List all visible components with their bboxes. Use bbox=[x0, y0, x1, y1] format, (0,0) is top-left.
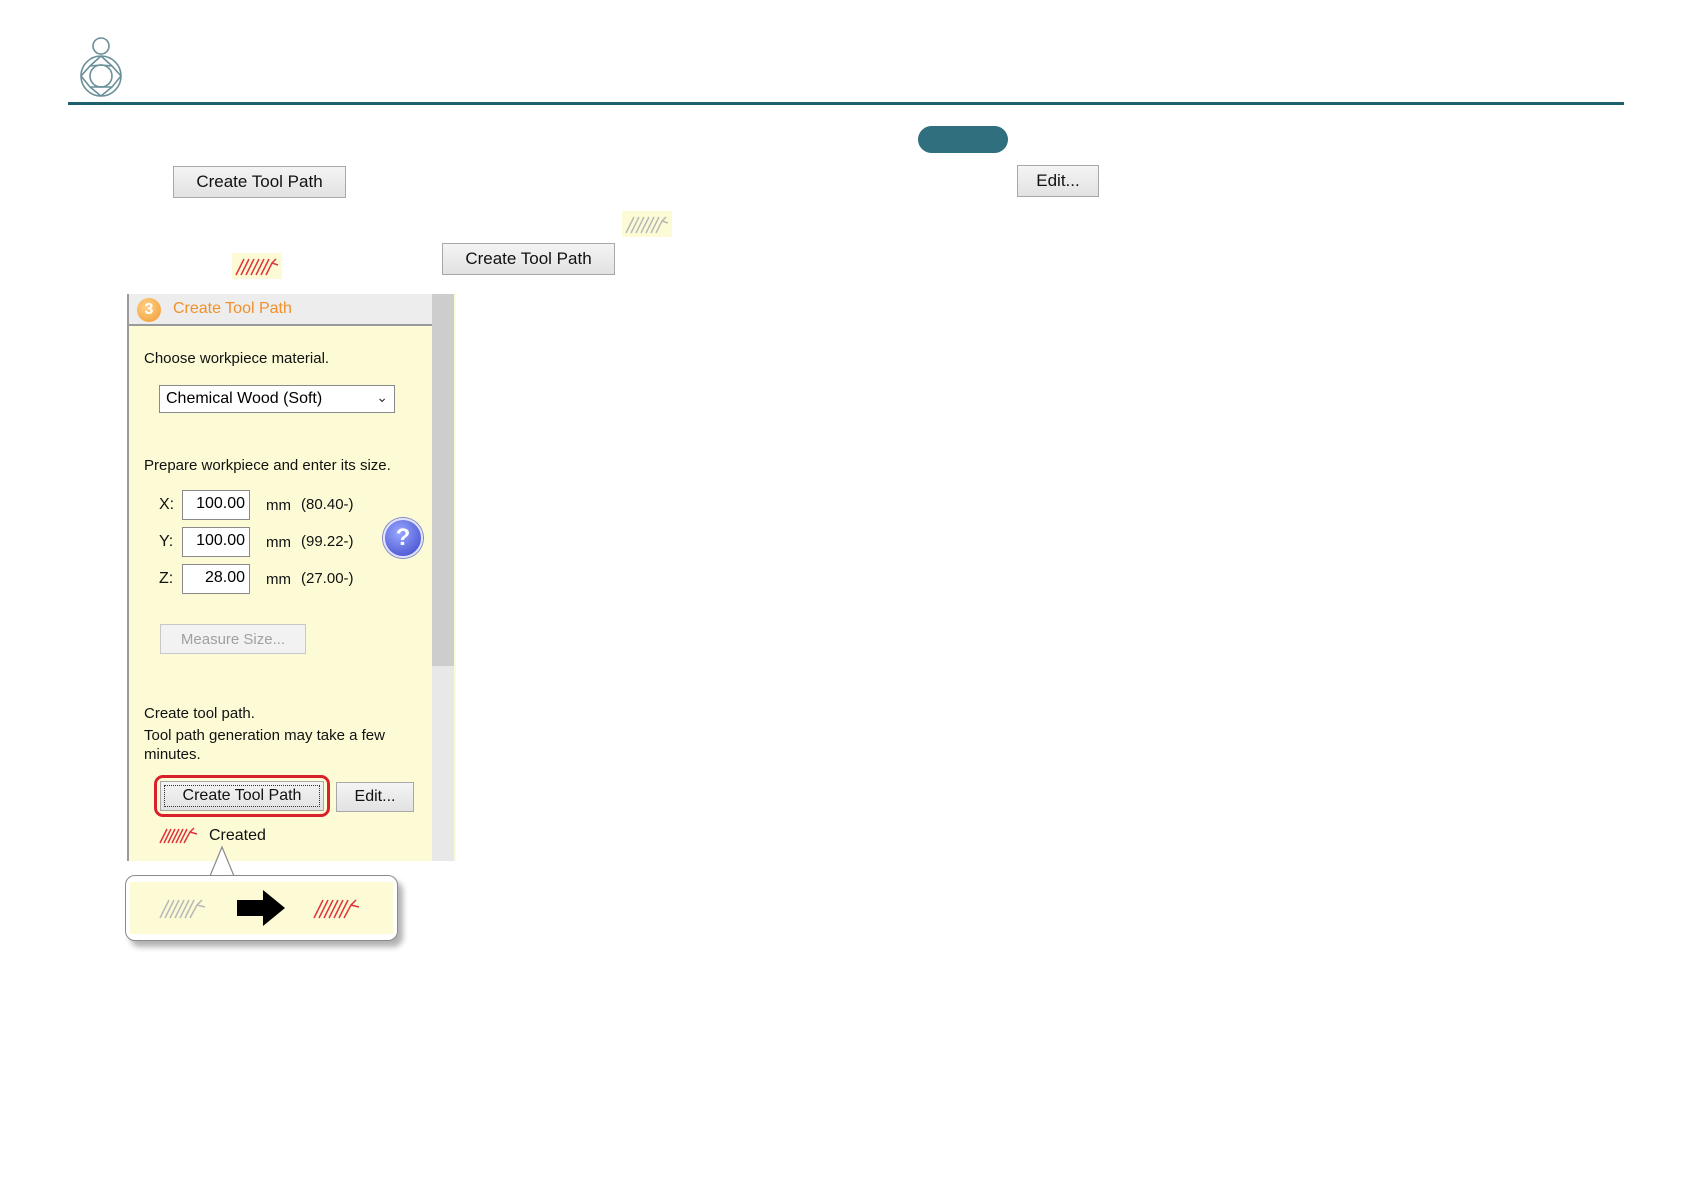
status-text: Created bbox=[209, 827, 266, 844]
step-number-badge: 3 bbox=[137, 298, 161, 322]
create-tool-path-button[interactable]: Create Tool Path bbox=[160, 781, 324, 811]
panel-header: 3 Create Tool Path bbox=[129, 294, 432, 326]
help-icon[interactable]: ? bbox=[383, 518, 423, 558]
tool-path-gray-icon bbox=[622, 211, 672, 237]
right-arrow-icon bbox=[237, 890, 285, 926]
tool-path-red-icon bbox=[159, 827, 198, 844]
section-tag bbox=[918, 126, 1008, 153]
callout-pointer bbox=[209, 845, 235, 877]
header-rule bbox=[68, 102, 1624, 105]
edit-button-inline[interactable]: Edit... bbox=[1017, 165, 1099, 197]
material-select[interactable]: Chemical Wood (Soft) ⌄ bbox=[159, 385, 395, 413]
edit-button[interactable]: Edit... bbox=[336, 782, 414, 812]
measure-size-button[interactable]: Measure Size... bbox=[160, 624, 306, 654]
callout-content bbox=[130, 882, 393, 934]
diamond-logo-icon bbox=[80, 37, 122, 98]
z-min: (27.00-) bbox=[301, 570, 354, 587]
x-unit: mm bbox=[266, 497, 291, 514]
x-min: (80.40-) bbox=[301, 496, 354, 513]
z-label: Z: bbox=[159, 570, 174, 587]
create-tool-path-button-inline[interactable]: Create Tool Path bbox=[173, 166, 346, 198]
tool-path-red-icon bbox=[232, 253, 282, 279]
y-unit: mm bbox=[266, 534, 291, 551]
create-tool-path-button-inline-2[interactable]: Create Tool Path bbox=[442, 243, 615, 275]
create-prompt: Create tool path. bbox=[144, 705, 255, 722]
create-note: Tool path generation may take a few minu… bbox=[144, 727, 385, 763]
x-label: X: bbox=[159, 496, 175, 513]
material-prompt: Choose workpiece material. bbox=[144, 350, 330, 367]
chevron-down-icon: ⌄ bbox=[376, 389, 388, 405]
material-selected-value: Chemical Wood (Soft) bbox=[166, 390, 323, 407]
z-size-input[interactable]: 28.00 bbox=[182, 564, 250, 594]
size-prompt: Prepare workpiece and enter its size. bbox=[144, 457, 391, 474]
y-label: Y: bbox=[159, 533, 174, 550]
scrollbar-thumb[interactable] bbox=[432, 294, 454, 666]
panel-title: Create Tool Path bbox=[173, 300, 292, 317]
create-tool-path-panel: 3 Create Tool Path Choose workpiece mate… bbox=[127, 294, 456, 861]
tool-path-gray-icon bbox=[159, 899, 206, 919]
x-size-input[interactable]: 100.00 bbox=[182, 490, 250, 520]
create-tool-path-label: Create Tool Path bbox=[182, 787, 302, 804]
y-min: (99.22-) bbox=[301, 533, 354, 550]
y-size-input[interactable]: 100.00 bbox=[182, 527, 250, 557]
status-change-callout bbox=[125, 875, 398, 941]
tool-path-red-icon bbox=[313, 899, 360, 919]
z-unit: mm bbox=[266, 571, 291, 588]
